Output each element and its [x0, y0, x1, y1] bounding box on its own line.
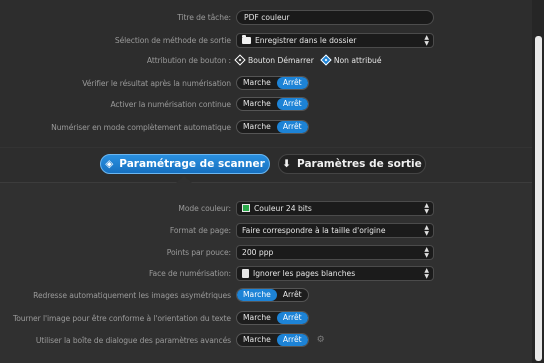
- row-dpi: Points par pouce: 200 ppp ▲ ▼: [0, 244, 532, 260]
- row-page-format: Format de page: Faire correspondre à la …: [0, 222, 532, 238]
- radio-not-assigned-label: Non attribué: [333, 55, 382, 65]
- updown-arrows-icon: ▲ ▼: [424, 266, 429, 280]
- continuous-scan-label: Activer la numérisation continue: [110, 99, 231, 109]
- output-method-value: Enregistrer dans le dossier: [255, 35, 357, 45]
- toggle-off-option[interactable]: Arrêt: [276, 77, 308, 89]
- auto-deskew-label: Redresse automatiquement les images asym…: [33, 290, 231, 300]
- gear-icon[interactable]: ⚙: [317, 335, 325, 345]
- page-format-select[interactable]: Faire correspondre à la taille d'origine…: [236, 222, 434, 238]
- tab-output-settings[interactable]: ⬇ Paramètres de sortie: [278, 154, 426, 174]
- toggle-off-option[interactable]: Arrêt: [276, 98, 308, 110]
- folder-icon: [242, 34, 251, 44]
- settings-tabs: ◈ Paramétrage de scanner ⬇ Paramètres de…: [100, 154, 426, 174]
- toggle-off-option[interactable]: Arrêt: [277, 289, 308, 301]
- page-format-label: Format de page:: [169, 225, 231, 235]
- rotate-orientation-label: Tourner l'image pour être conforme à l'o…: [12, 313, 231, 323]
- output-method-select[interactable]: Enregistrer dans le dossier ▲ ▼: [236, 32, 434, 48]
- radio-start-button[interactable]: Bouton Démarrer: [234, 54, 314, 66]
- updown-arrows-icon: ▲ ▼: [424, 33, 429, 47]
- task-title-input[interactable]: PDF couleur: [236, 9, 434, 25]
- radio-not-assigned[interactable]: Non attribué: [320, 54, 382, 66]
- radio-diamond-icon: [234, 54, 246, 66]
- row-button-assignment: Attribution de bouton : Bouton Démarrer …: [0, 52, 532, 68]
- toggle-off-option[interactable]: Arrêt: [276, 121, 308, 133]
- color-mode-select[interactable]: Couleur 24 bits ▲ ▼: [236, 200, 434, 216]
- row-full-auto: Numériser en mode complètement automatiq…: [0, 119, 532, 135]
- tab-output-settings-label: Paramètres de sortie: [297, 158, 422, 170]
- updown-arrows-icon: ▲ ▼: [424, 245, 429, 259]
- row-auto-deskew: Redresse automatiquement les images asym…: [0, 287, 532, 303]
- toggle-off-option[interactable]: Arrêt: [276, 312, 308, 324]
- toggle-on-option[interactable]: Marche: [237, 77, 277, 89]
- pages-icon: [242, 268, 249, 278]
- tab-scanner-settings[interactable]: ◈ Paramétrage de scanner: [100, 154, 270, 174]
- row-advanced-dialog: Utiliser la boîte de dialogue des paramè…: [0, 332, 532, 348]
- row-rotate-orientation: Tourner l'image pour être conforme à l'o…: [0, 310, 532, 326]
- full-auto-toggle[interactable]: Marche Arrêt: [236, 120, 309, 134]
- verify-result-toggle[interactable]: Marche Arrêt: [236, 76, 309, 90]
- auto-deskew-toggle[interactable]: Marche Arrêt: [236, 288, 309, 302]
- dpi-label: Points par pouce:: [166, 247, 231, 257]
- scan-side-select[interactable]: Ignorer les pages blanches ▲ ▼: [236, 265, 434, 281]
- tab-scanner-settings-label: Paramétrage de scanner: [119, 158, 265, 170]
- scanner-settings-icon: ◈: [105, 158, 114, 170]
- updown-arrows-icon: ▲ ▼: [424, 223, 429, 237]
- scan-side-value: Ignorer les pages blanches: [253, 268, 356, 278]
- verify-result-label: Vérifier le résultat après la numérisati…: [82, 78, 231, 88]
- row-output-method: Sélection de méthode de sortie Enregistr…: [0, 32, 532, 48]
- full-auto-label: Numériser en mode complètement automatiq…: [51, 122, 231, 132]
- task-title-label: Titre de tâche:: [177, 12, 231, 22]
- continuous-scan-toggle[interactable]: Marche Arrêt: [236, 97, 309, 111]
- color-mode-label: Mode couleur:: [178, 203, 231, 213]
- panel-pointer: [176, 176, 192, 183]
- toggle-on-option[interactable]: Marche: [237, 312, 277, 324]
- radio-start-button-label: Bouton Démarrer: [248, 55, 314, 65]
- toggle-on-option[interactable]: Marche: [237, 121, 277, 133]
- dpi-select[interactable]: 200 ppp ▲ ▼: [236, 244, 434, 260]
- toggle-on-option[interactable]: Marche: [237, 334, 277, 346]
- row-verify-result: Vérifier le résultat après la numérisati…: [0, 75, 532, 91]
- vertical-scrollbar[interactable]: [532, 0, 544, 363]
- section-divider: [0, 147, 532, 148]
- color-mode-icon: [242, 204, 250, 212]
- advanced-dialog-label: Utiliser la boîte de dialogue des paramè…: [35, 335, 231, 345]
- toggle-on-option[interactable]: Marche: [237, 289, 277, 301]
- row-task-title: Titre de tâche: PDF couleur: [0, 9, 532, 25]
- output-method-label: Sélection de méthode de sortie: [114, 35, 231, 45]
- toggle-off-option[interactable]: Arrêt: [276, 334, 308, 346]
- button-assignment-label: Attribution de bouton :: [146, 55, 231, 65]
- down-arrow-icon: ⬇: [282, 158, 292, 170]
- updown-arrows-icon: ▲ ▼: [424, 201, 429, 215]
- rotate-orientation-toggle[interactable]: Marche Arrêt: [236, 311, 309, 325]
- radio-diamond-selected-icon: [320, 54, 332, 66]
- advanced-dialog-toggle[interactable]: Marche Arrêt: [236, 333, 309, 347]
- scrollbar-thumb[interactable]: [535, 36, 542, 361]
- row-continuous-scan: Activer la numérisation continue Marche …: [0, 96, 532, 112]
- dpi-value: 200 ppp: [242, 247, 274, 257]
- toggle-on-option[interactable]: Marche: [237, 98, 277, 110]
- color-mode-value: Couleur 24 bits: [254, 203, 312, 213]
- row-color-mode: Mode couleur: Couleur 24 bits ▲ ▼: [0, 200, 532, 216]
- page-format-value: Faire correspondre à la taille d'origine: [242, 225, 386, 235]
- row-scan-side: Face de numérisation: Ignorer les pages …: [0, 265, 532, 281]
- scan-side-label: Face de numérisation:: [148, 268, 231, 278]
